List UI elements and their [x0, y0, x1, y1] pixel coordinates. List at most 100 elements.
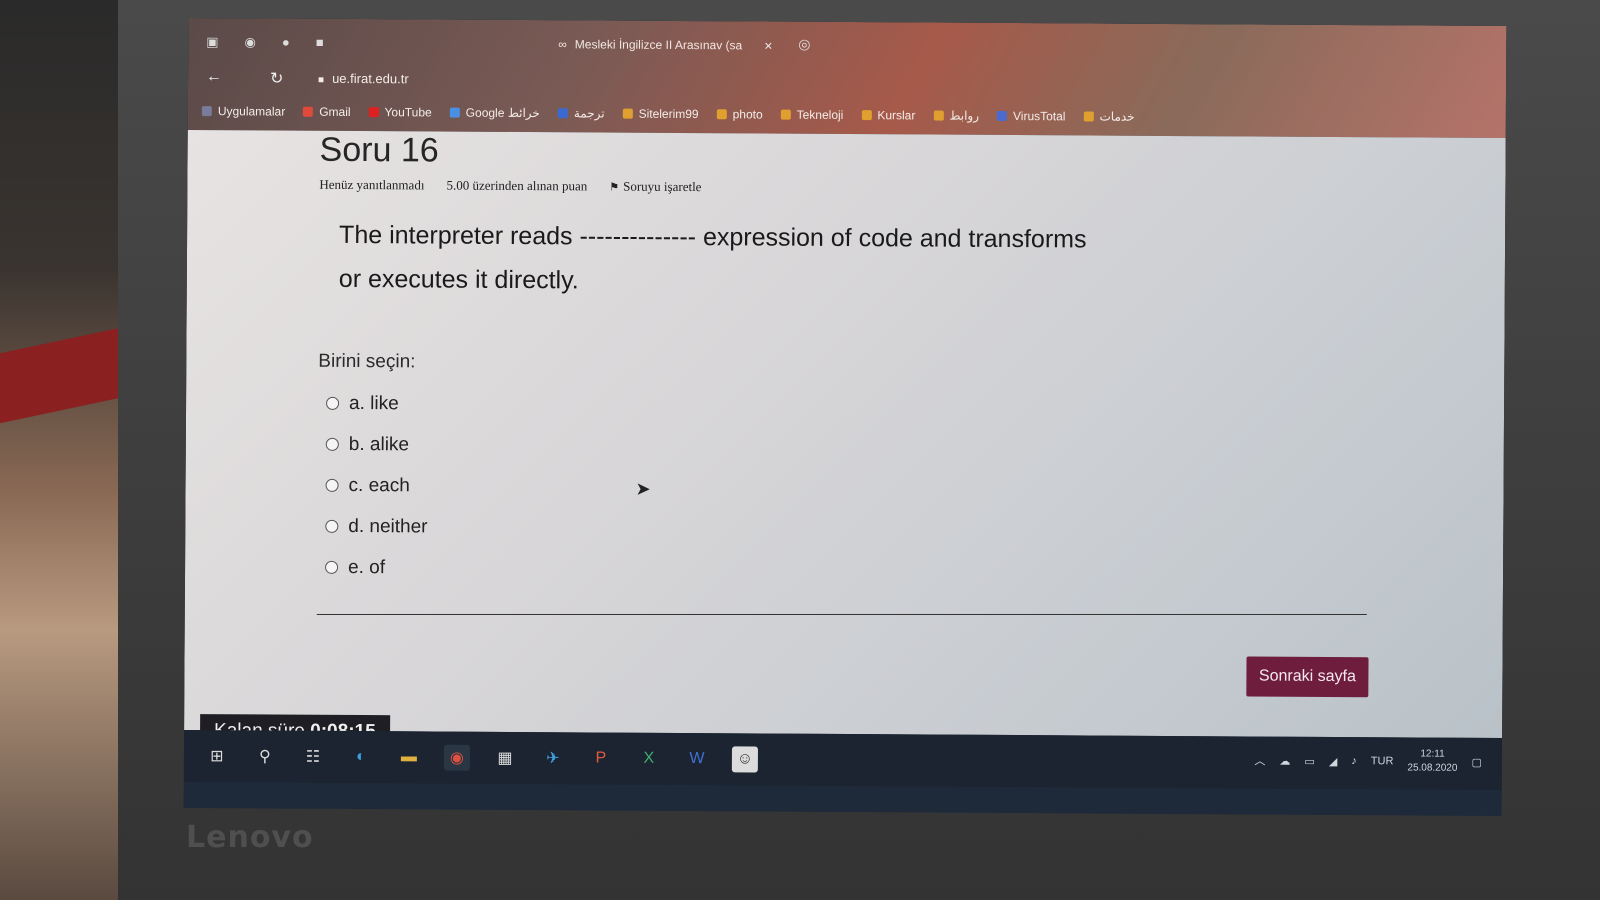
choose-label: Birini seçin: [318, 350, 416, 373]
tab-active[interactable]: ∞ Mesleki İngilizce II Arasınav (sa × [558, 30, 778, 59]
pinned-tab-icon[interactable]: ◉ [245, 34, 256, 50]
question-title: Soru 16 [319, 130, 439, 170]
bookmark-icon [557, 108, 568, 119]
answer-option-b[interactable]: b. alike [325, 424, 428, 466]
bookmark-icon [716, 109, 727, 120]
clock-date: 25.08.2020 [1407, 762, 1458, 774]
bookmark-label: Sitelerim99 [638, 106, 699, 122]
bookmark-item[interactable]: VirusTotal [996, 109, 1066, 123]
bookmark-item[interactable]: روابط [933, 109, 979, 123]
bookmark-label: ترجمة [573, 106, 605, 121]
file-explorer-icon[interactable]: ▬ [396, 744, 422, 770]
answer-options: a. like b. alike c. each d. neither e. o… [325, 383, 428, 589]
bookmark-icon [201, 106, 212, 117]
tab-bar: ▣ ◉ ● ■ ∞ Mesleki İngilizce II Arasınav … [188, 26, 1506, 68]
chrome-icon[interactable]: ◉ [443, 744, 470, 771]
question-points: 5.00 üzerinden alınan puan [446, 177, 588, 194]
tab-strip-icons: ▣ ◉ ● ■ [206, 34, 323, 51]
radio-button[interactable] [326, 396, 340, 410]
bookmark-item[interactable]: ترجمة [557, 106, 605, 121]
chevron-up-icon[interactable]: ︿ [1254, 753, 1265, 769]
answer-status: Henüz yanıtlanmadı [319, 176, 425, 193]
bookmark-label: Kurslar [877, 108, 916, 123]
bookmark-item[interactable]: YouTube [368, 105, 432, 119]
bookmark-item[interactable]: Gmail [303, 105, 351, 119]
flag-label: Soruyu işaretle [623, 178, 702, 195]
store-icon[interactable]: ▦ [492, 745, 518, 771]
bookmark-label: Uygulamalar [217, 104, 286, 119]
tab-favicon-icon: ∞ [558, 37, 567, 52]
lock-icon: ■ [318, 74, 325, 86]
bookmark-icon [368, 107, 379, 118]
room-background [0, 0, 125, 900]
pinned-tab-icon[interactable]: ▣ [206, 34, 218, 50]
laptop-screen: ▣ ◉ ● ■ ∞ Mesleki İngilizce II Arasınav … [183, 17, 1507, 817]
bookmark-icon [861, 110, 872, 121]
powerpoint-icon[interactable]: P [588, 745, 614, 771]
notifications-icon[interactable]: ▢ [1471, 755, 1481, 768]
radio-button[interactable] [325, 560, 339, 574]
user-app-icon[interactable]: ☺ [731, 746, 758, 773]
bookmark-label: Tekneloji [796, 107, 844, 122]
wifi-icon[interactable]: ◢ [1329, 754, 1338, 767]
answer-option-c[interactable]: c. each [325, 465, 427, 507]
answer-option-a[interactable]: a. like [326, 383, 428, 425]
word-icon[interactable]: W [684, 746, 710, 772]
volume-icon[interactable]: ♪ [1351, 755, 1357, 767]
mouse-cursor-icon: ➤ [635, 478, 651, 499]
quiz-page: Soru 16 Henüz yanıtlanmadı 5.00 üzerinde… [184, 129, 1506, 750]
option-label: c. each [348, 474, 410, 496]
telegram-icon[interactable]: ✈ [540, 745, 566, 771]
radio-button[interactable] [325, 437, 339, 451]
system-tray: ︿ ☁ ▭ ◢ ♪ TUR 12:11 25.08.2020 ▢ [1254, 747, 1482, 776]
bookmark-icon [1083, 111, 1094, 122]
clock-time: 12:11 [1420, 748, 1445, 760]
bookmark-icon [622, 108, 633, 119]
globe-icon[interactable]: ◎ [798, 36, 810, 53]
answer-option-d[interactable]: d. neither [325, 506, 428, 548]
question-text: The interpreter reads -------------- exp… [338, 220, 1087, 295]
radio-button[interactable] [325, 519, 339, 533]
option-label: d. neither [348, 515, 428, 537]
answer-option-e[interactable]: e. of [325, 547, 427, 589]
windows-start-icon[interactable]: ⊞ [204, 743, 230, 769]
pinned-tab-icon[interactable]: ● [282, 35, 290, 51]
task-view-icon[interactable]: ☷ [300, 744, 326, 770]
cloud-icon[interactable]: ☁ [1279, 754, 1290, 767]
bookmark-item[interactable]: Sitelerim99 [622, 106, 699, 122]
search-icon[interactable]: ⚲ [252, 743, 278, 769]
language-indicator[interactable]: TUR [1371, 755, 1394, 767]
bookmark-item[interactable]: photo [716, 107, 763, 122]
bookmarks-bar: Uygulamalar Gmail YouTube Google خرائط ترجمة… [201, 98, 1135, 130]
bookmark-item[interactable]: Tekneloji [780, 107, 844, 122]
question-meta: Henüz yanıtlanmadı 5.00 üzerinden alınan… [319, 177, 701, 195]
flag-icon: ⚑ [609, 181, 620, 194]
battery-icon[interactable]: ▭ [1304, 754, 1314, 767]
pinned-tab-icon[interactable]: ■ [316, 35, 324, 51]
bookmark-icon [933, 110, 944, 121]
bookmark-icon [996, 110, 1008, 121]
bookmark-icon [303, 106, 314, 117]
lenovo-logo: Lenovo [186, 820, 314, 855]
next-page-button[interactable]: Sonraki sayfa [1246, 656, 1369, 698]
bookmark-label: Google خرائط [465, 105, 540, 121]
red-cloth [0, 326, 125, 424]
url-field[interactable]: ■ ue.firat.edu.tr [318, 71, 409, 86]
bookmark-icon [780, 109, 791, 120]
tab-close-icon[interactable]: × [764, 31, 772, 59]
reload-icon[interactable]: ↻ [270, 68, 284, 88]
bookmark-item[interactable]: خدمات [1083, 109, 1135, 124]
bookmark-item[interactable]: Kurslar [861, 108, 915, 122]
clock[interactable]: 12:11 25.08.2020 [1407, 747, 1457, 775]
windows-taskbar: ⊞ ⚲ ☷ ◐ ▬ ◉ ▦ ✈ P X W ☺ ︿ ☁ ▭ ◢ ♪ TUR 12… [183, 729, 1503, 791]
excel-icon[interactable]: X [636, 746, 662, 772]
edge-icon[interactable]: ◐ [348, 744, 374, 770]
radio-button[interactable] [325, 478, 339, 492]
flag-question-link[interactable]: ⚑ Soruyu işaretle [609, 179, 701, 196]
bookmark-item[interactable]: Uygulamalar [201, 104, 286, 119]
option-label: e. of [348, 556, 386, 578]
bookmark-label: photo [732, 107, 763, 122]
bookmark-item[interactable]: Google خرائط [449, 105, 540, 121]
back-icon[interactable]: ← [206, 68, 222, 86]
taskbar-icons: ⊞ ⚲ ☷ ◐ ▬ ◉ ▦ ✈ P X W ☺ [204, 743, 758, 773]
